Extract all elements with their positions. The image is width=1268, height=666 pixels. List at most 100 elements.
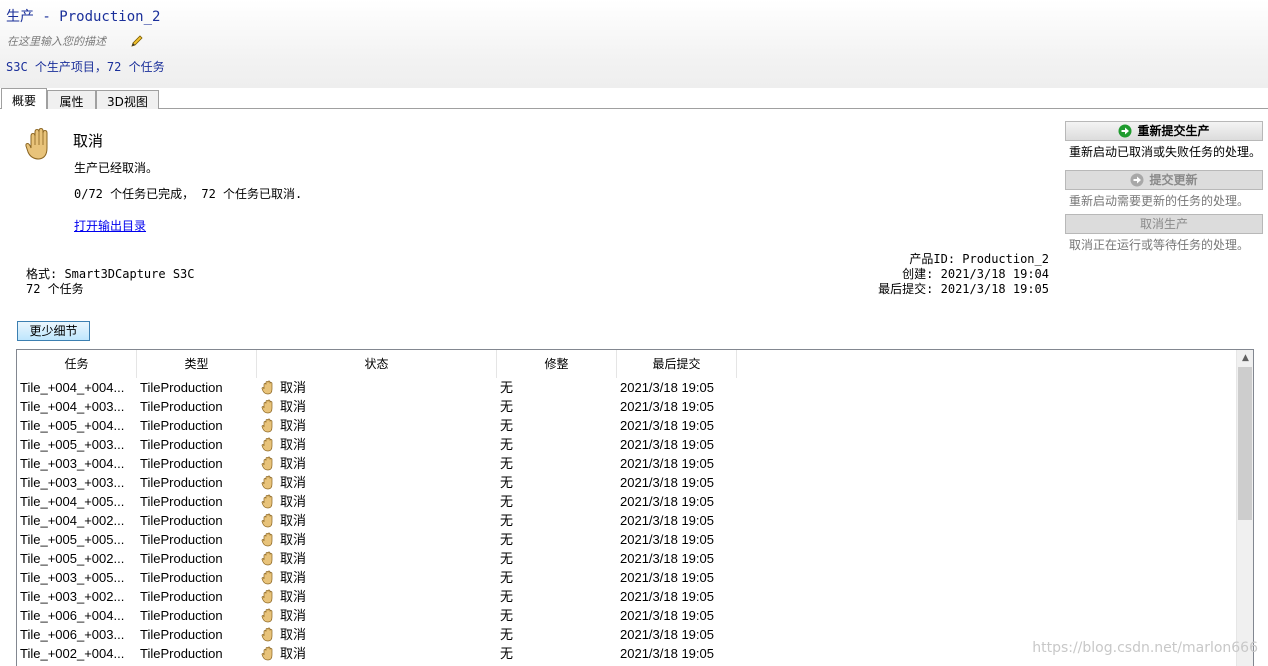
format-info: 格式: Smart3DCapture S3C 72 个任务 <box>26 267 195 297</box>
state-cell: 取消 <box>261 416 491 435</box>
last-submit-cell: 2021/3/18 19:05 <box>620 513 714 528</box>
table-row[interactable]: Tile_+004_+002... TileProduction 取消 无 2021/3… <box>17 511 1238 530</box>
production-meta: 产品ID: Production_2 创建: 2021/3/18 19:04 最… <box>878 252 1049 297</box>
last-submit-cell: 2021/3/18 19:05 <box>620 551 714 566</box>
fix-cell: 无 <box>500 589 514 604</box>
scroll-thumb[interactable] <box>1238 367 1252 520</box>
state-label: 取消 <box>280 589 307 604</box>
fix-cell: 无 <box>500 627 514 642</box>
state-cell: 取消 <box>261 492 491 511</box>
state-label: 取消 <box>280 380 307 395</box>
hand-icon <box>261 646 273 661</box>
last-submit-cell: 2021/3/18 19:05 <box>620 570 714 585</box>
last-submit-cell: 2021/3/18 19:05 <box>620 589 714 604</box>
state-label: 取消 <box>280 513 307 528</box>
type-cell: TileProduction <box>140 475 223 490</box>
page-title: 生产 - Production_2 <box>6 9 161 25</box>
task-cell: Tile_+003_+005... <box>20 570 125 585</box>
state-label: 取消 <box>280 627 307 642</box>
tab-bar: 概要 属性 3D视图 <box>0 88 1268 109</box>
state-label: 取消 <box>280 456 307 471</box>
task-cell: Tile_+003_+004... <box>20 456 125 471</box>
page-header: 生产 - Production_2 在这里输入您的描述 S3C 个生产项目，72… <box>0 0 1268 88</box>
task-cell: Tile_+006_+003... <box>20 627 125 642</box>
type-cell: TileProduction <box>140 532 223 547</box>
task-cell: Tile_+004_+005... <box>20 494 125 509</box>
hand-icon <box>261 627 273 642</box>
table-header: 任务 类型 状态 修整 最后提交 <box>17 350 1238 378</box>
table-row[interactable]: Tile_+003_+002... TileProduction 取消 无 2021/3… <box>17 587 1238 606</box>
table-row[interactable]: Tile_+005_+002... TileProduction 取消 无 2021/3… <box>17 549 1238 568</box>
cancel-production-button[interactable]: 取消生产 <box>1065 214 1263 234</box>
task-cell: Tile_+005_+005... <box>20 532 125 547</box>
task-table: 任务 类型 状态 修整 最后提交 Tile_+004_+004... TilePr… <box>16 349 1254 666</box>
hand-icon <box>261 456 273 471</box>
state-label: 取消 <box>280 646 307 661</box>
column-header-last-submit[interactable]: 最后提交 <box>617 350 737 378</box>
last-submit-cell: 2021/3/18 19:05 <box>620 437 714 452</box>
state-cell: 取消 <box>261 606 491 625</box>
fix-cell: 无 <box>500 380 514 395</box>
table-row[interactable]: Tile_+004_+003... TileProduction 取消 无 2021/3… <box>17 397 1238 416</box>
hand-icon <box>261 418 273 433</box>
hand-icon <box>261 475 273 490</box>
task-cell: Tile_+003_+003... <box>20 475 125 490</box>
state-label: 取消 <box>280 570 307 585</box>
table-row[interactable]: Tile_+003_+004... TileProduction 取消 无 2021/3… <box>17 454 1238 473</box>
fix-cell: 无 <box>500 646 514 661</box>
fix-cell: 无 <box>500 608 514 623</box>
hand-icon <box>261 551 273 566</box>
type-cell: TileProduction <box>140 627 223 642</box>
tab-overview[interactable]: 概要 <box>1 88 47 109</box>
less-details-button[interactable]: 更少细节 <box>17 321 90 341</box>
type-cell: TileProduction <box>140 494 223 509</box>
state-label: 取消 <box>280 475 307 490</box>
submit-update-button[interactable]: 提交更新 <box>1065 170 1263 190</box>
type-cell: TileProduction <box>140 608 223 623</box>
state-cell: 取消 <box>261 625 491 644</box>
hand-icon <box>25 127 48 160</box>
task-cell: Tile_+004_+004... <box>20 380 125 395</box>
column-header-task[interactable]: 任务 <box>17 350 137 378</box>
tab-3d-view[interactable]: 3D视图 <box>96 90 159 109</box>
state-label: 取消 <box>280 551 307 566</box>
state-cell: 取消 <box>261 378 491 397</box>
vertical-scrollbar[interactable]: ▲ <box>1236 350 1253 666</box>
open-output-directory-link[interactable]: 打开输出目录 <box>74 217 146 234</box>
table-row[interactable]: Tile_+003_+003... TileProduction 取消 无 2021/3… <box>17 473 1238 492</box>
action-panel: 重新提交生产 重新启动已取消或失败任务的处理。 提交更新 重新启动需要更新的任务… <box>1065 121 1263 252</box>
table-row[interactable]: Tile_+005_+005... TileProduction 取消 无 2021/3… <box>17 530 1238 549</box>
status-title: 取消 <box>73 132 104 150</box>
pencil-icon[interactable] <box>130 34 144 48</box>
tab-properties[interactable]: 属性 <box>47 90 96 109</box>
grey-arrow-icon <box>1130 173 1144 187</box>
fix-cell: 无 <box>500 456 514 471</box>
task-progress-text: 0/72 个任务已完成， 72 个任务已取消. <box>74 187 303 201</box>
table-row[interactable]: Tile_+006_+004... TileProduction 取消 无 2021/3… <box>17 606 1238 625</box>
task-cell: Tile_+004_+002... <box>20 513 125 528</box>
column-header-fix[interactable]: 修整 <box>497 350 617 378</box>
scroll-up-icon[interactable]: ▲ <box>1237 350 1253 367</box>
last-submit-date: 最后提交: 2021/3/18 19:05 <box>878 282 1049 296</box>
table-body: Tile_+004_+004... TileProduction 取消无 2021/3… <box>17 378 1238 663</box>
state-label: 取消 <box>280 494 307 509</box>
state-label: 取消 <box>280 418 307 433</box>
hand-icon <box>261 380 273 395</box>
table-row[interactable]: Tile_+005_+004... TileProduction 取消 无 2021/3… <box>17 416 1238 435</box>
table-row[interactable]: Tile_+005_+003... TileProduction 取消 无 2021/3… <box>17 435 1238 454</box>
type-cell: TileProduction <box>140 399 223 414</box>
table-row[interactable]: Tile_+004_+005... TileProduction 取消 无 2021/3… <box>17 492 1238 511</box>
last-submit-cell: 2021/3/18 19:05 <box>620 608 714 623</box>
state-cell: 取消 <box>261 397 491 416</box>
table-row[interactable]: Tile_+004_+004... TileProduction 取消 无 2021/3… <box>17 378 1238 397</box>
description-field[interactable]: 在这里输入您的描述 <box>7 33 106 49</box>
task-cell: Tile_+005_+002... <box>20 551 125 566</box>
fix-cell: 无 <box>500 570 514 585</box>
hand-icon <box>261 608 273 623</box>
column-header-state[interactable]: 状态 <box>257 350 497 378</box>
column-header-type[interactable]: 类型 <box>137 350 257 378</box>
resubmit-production-button[interactable]: 重新提交生产 <box>1065 121 1263 141</box>
type-cell: TileProduction <box>140 513 223 528</box>
fix-cell: 无 <box>500 437 514 452</box>
table-row[interactable]: Tile_+003_+005... TileProduction 取消 无 2021/3… <box>17 568 1238 587</box>
